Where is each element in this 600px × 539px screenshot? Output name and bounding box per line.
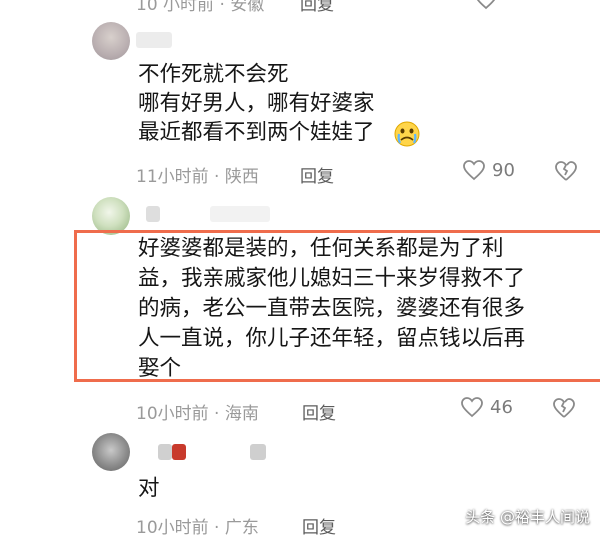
top-comment-meta: 10 小时前 · 安徽 xyxy=(136,0,265,15)
reply-button[interactable]: 回复 xyxy=(302,513,336,538)
comment-meta: 11小时前 · 陕西 xyxy=(136,167,259,187)
comment-text-line: 哪有好男人，哪有好婆家 xyxy=(138,91,375,116)
like-button[interactable]: 46 xyxy=(460,396,513,418)
dislike-button[interactable] xyxy=(554,160,578,186)
dislike-button[interactable] xyxy=(552,397,576,423)
username-blurred-part xyxy=(210,206,270,222)
comment-text-line: 不作死就不会死 xyxy=(138,62,289,87)
comment-meta: 10小时前 · 海南 xyxy=(136,404,259,424)
like-count: 46 xyxy=(490,396,513,418)
crying-emoji-icon xyxy=(392,119,422,149)
comment-text-line: 的病，老公一直带去医院，婆婆还有很多 xyxy=(138,296,526,321)
username-blurred-part xyxy=(250,444,266,460)
broken-heart-icon xyxy=(553,398,575,418)
comment-meta: 10小时前 · 广东 xyxy=(136,518,259,538)
top-comment-reply-button[interactable]: 回复 xyxy=(300,0,334,15)
username-blurred[interactable] xyxy=(146,206,160,222)
like-button[interactable]: 90 xyxy=(462,159,515,181)
watermark: 头条 @裕丰人间说 xyxy=(465,508,590,526)
comment-text-line: 最近都看不到两个娃娃了 xyxy=(138,120,375,145)
comment-text-line: 娶个 xyxy=(138,356,182,381)
comment-text-line: 人一直说，你儿子还年轻，留点钱以后再 xyxy=(138,326,526,351)
like-count: 90 xyxy=(492,159,515,181)
top-like-button[interactable] xyxy=(474,0,498,10)
avatar[interactable] xyxy=(92,433,130,471)
broken-heart-icon xyxy=(555,161,577,181)
reply-button[interactable]: 回复 xyxy=(300,162,334,187)
username-blurred[interactable] xyxy=(136,32,172,48)
reply-button[interactable]: 回复 xyxy=(302,399,336,424)
comment-text-line: 对 xyxy=(138,476,160,501)
comment-text-line: 益，我亲戚家他儿媳妇三十来岁得救不了 xyxy=(138,266,526,291)
username-blurred[interactable] xyxy=(158,444,172,460)
heart-outline-icon xyxy=(463,160,485,181)
heart-outline-icon xyxy=(461,397,483,418)
comment-text-line: 好婆婆都是装的，任何关系都是为了利 xyxy=(138,236,504,261)
username-blurred-part xyxy=(172,444,186,460)
avatar[interactable] xyxy=(92,22,130,60)
heart-outline-icon xyxy=(476,0,496,10)
